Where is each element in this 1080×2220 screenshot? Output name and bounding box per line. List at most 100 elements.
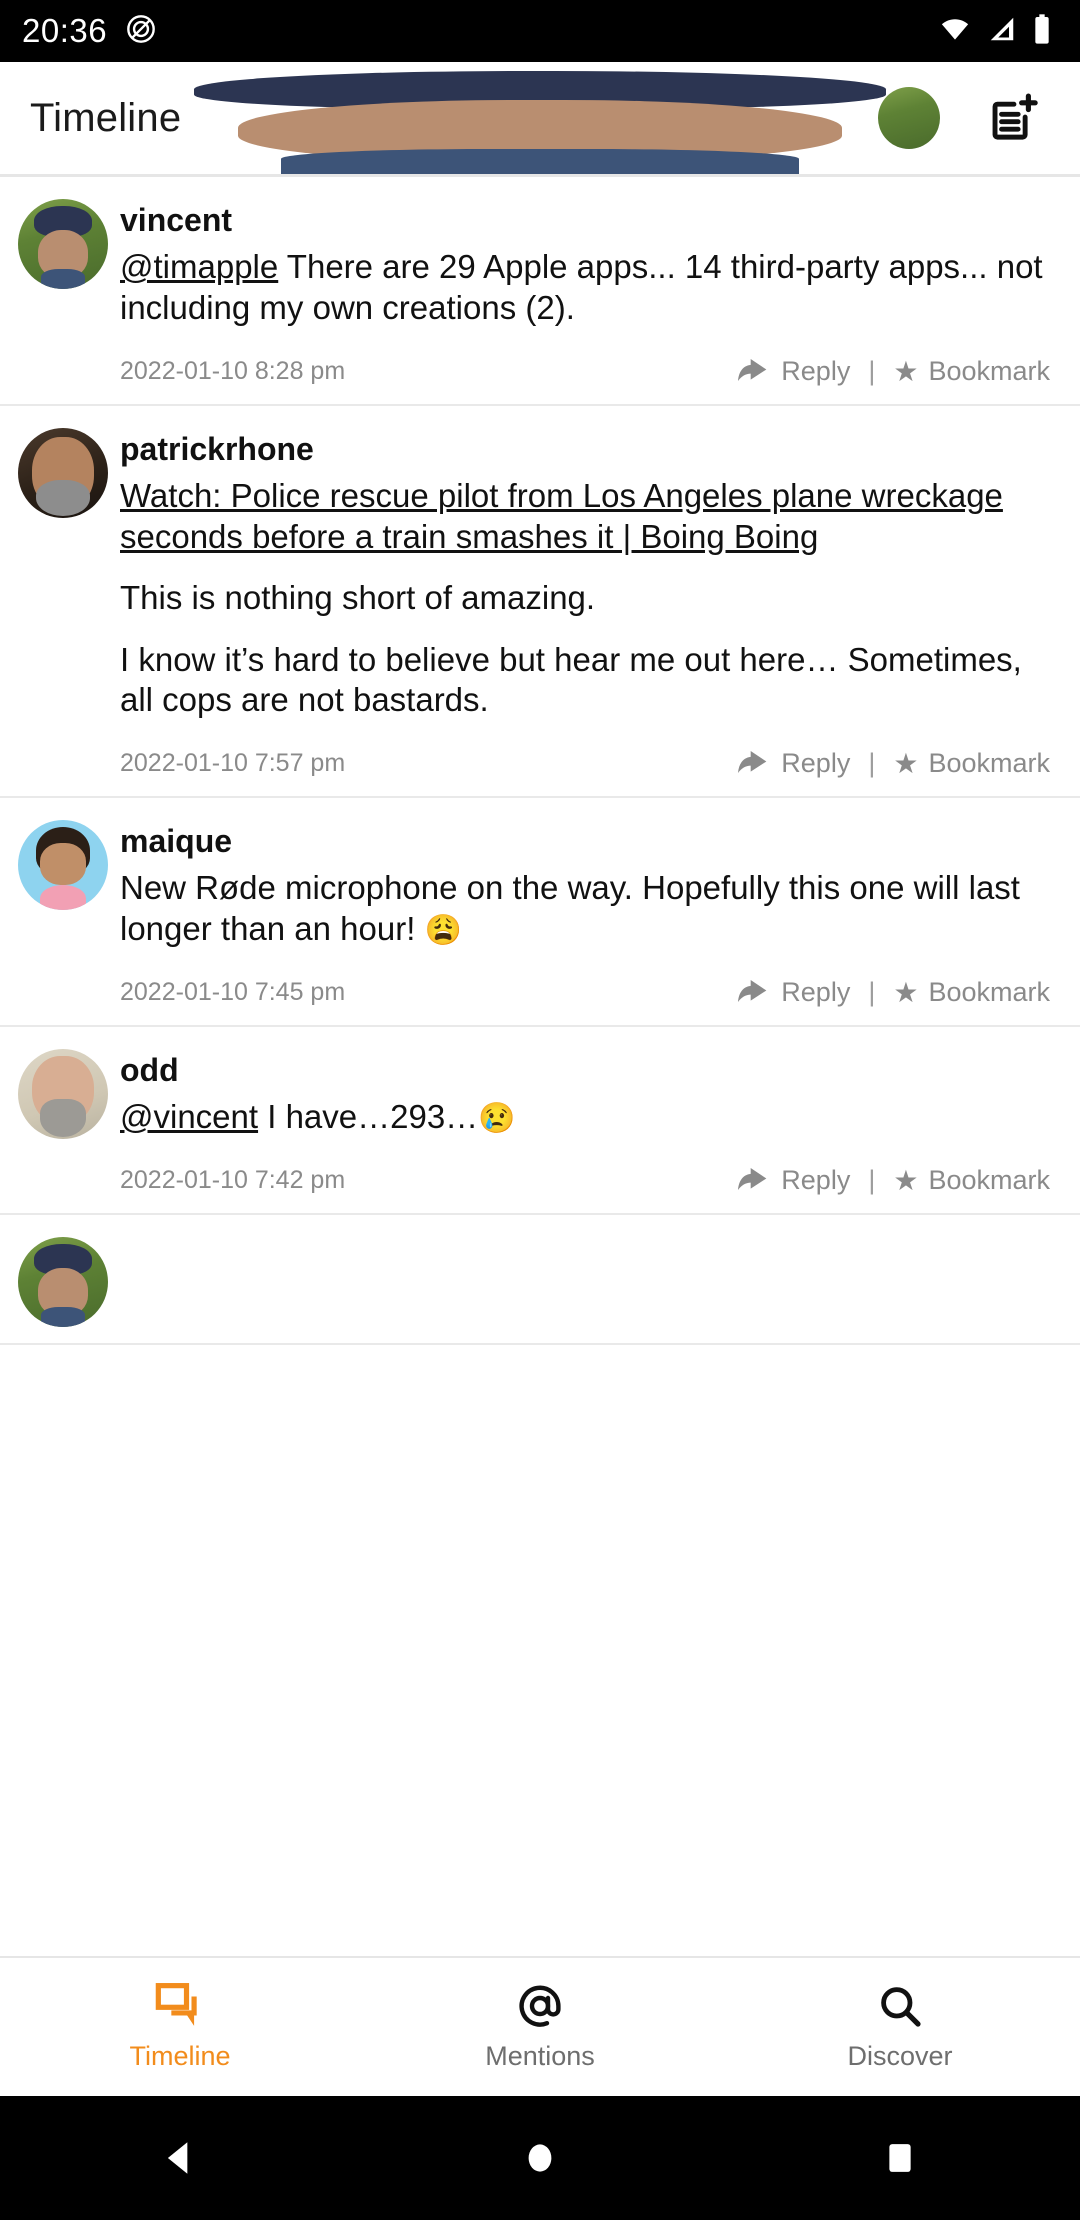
action-separator: |	[868, 976, 876, 1007]
post-text-body: New Røde microphone on the way. Hopefull…	[120, 869, 1020, 947]
mention-link[interactable]: @vincent	[120, 1098, 258, 1135]
post-author[interactable]: maique	[120, 822, 1050, 860]
at-sign-icon	[514, 1982, 566, 2035]
tab-timeline[interactable]: Timeline	[0, 1982, 360, 2072]
post-paragraph: I know it’s hard to believe but hear me …	[120, 640, 1022, 719]
post-actions: Reply | ★ Bookmark	[736, 976, 1050, 1009]
star-icon: ★	[893, 976, 919, 1008]
app-bar: Timeline	[0, 62, 1080, 174]
bookmark-button[interactable]: ★ Bookmark	[893, 747, 1050, 780]
bottom-navigation: Timeline Mentions Discover	[0, 1956, 1080, 2096]
bookmark-button[interactable]: ★ Bookmark	[893, 976, 1050, 1009]
post-timestamp: 2022-01-10 8:28 pm	[120, 356, 346, 385]
post-actions: Reply | ★ Bookmark	[736, 747, 1050, 780]
post-author[interactable]: vincent	[120, 201, 1050, 239]
post-avatar[interactable]	[18, 199, 108, 289]
post-item[interactable]: maique New Røde microphone on the way. H…	[0, 797, 1080, 1027]
reply-label: Reply	[781, 355, 851, 386]
post-item[interactable]	[0, 1214, 1080, 1345]
mention-link[interactable]: @timapple	[120, 248, 278, 285]
reply-label: Reply	[781, 1164, 851, 1195]
post-avatar[interactable]	[18, 1048, 108, 1139]
star-icon: ★	[893, 355, 919, 387]
back-triangle-icon[interactable]	[120, 2123, 240, 2193]
action-separator: |	[868, 355, 876, 386]
post-link-text: Watch: Police rescue pilot from Los Ange…	[120, 476, 1050, 557]
reply-label: Reply	[781, 747, 851, 778]
post-footer: 2022-01-10 7:42 pm Reply | ★ Bookmark	[120, 1164, 1050, 1197]
tab-discover-label: Discover	[847, 2041, 953, 2071]
post-text: @timapple There are 29 Apple apps... 14 …	[120, 247, 1050, 328]
post-actions: Reply | ★ Bookmark	[736, 1164, 1050, 1197]
post-text: New Røde microphone on the way. Hopefull…	[120, 868, 1050, 949]
bookmark-label: Bookmark	[928, 355, 1050, 386]
post-author[interactable]: patrickrhone	[120, 430, 1050, 468]
status-left-icons	[125, 13, 157, 50]
cellular-signal-icon	[986, 14, 1018, 49]
reply-button[interactable]: Reply	[736, 977, 850, 1008]
post-avatar[interactable]	[18, 427, 108, 518]
post-item[interactable]: patrickrhone Watch: Police rescue pilot …	[0, 405, 1080, 798]
reply-button[interactable]: Reply	[736, 748, 850, 779]
avatar[interactable]	[280, 87, 940, 174]
do-not-disturb-icon	[125, 13, 157, 50]
chat-bubbles-icon	[154, 1982, 206, 2035]
post-timestamp: 2022-01-10 7:42 pm	[120, 1165, 346, 1194]
post-body	[120, 1237, 1050, 1327]
compose-post-icon[interactable]	[982, 87, 1044, 149]
post-body: vincent @timapple There are 29 Apple app…	[120, 199, 1050, 388]
star-icon: ★	[893, 747, 919, 779]
post-footer: 2022-01-10 8:28 pm Reply | ★ Bookmark	[120, 355, 1050, 388]
page-title: Timeline	[30, 95, 182, 140]
bookmark-button[interactable]: ★ Bookmark	[893, 355, 1050, 388]
reply-button[interactable]: Reply	[736, 356, 850, 387]
post-text-body: I have…293…	[258, 1098, 479, 1136]
status-bar: 20:36	[0, 0, 1080, 62]
post-avatar[interactable]	[18, 819, 108, 910]
reply-arrow-icon	[736, 748, 770, 778]
crying-face-emoji: 😢	[478, 1102, 516, 1136]
post-body: maique New Røde microphone on the way. H…	[120, 820, 1050, 1009]
android-navigation-bar	[0, 2096, 1080, 2220]
post-footer: 2022-01-10 7:45 pm Reply | ★ Bookmark	[120, 976, 1050, 1009]
bookmark-label: Bookmark	[928, 747, 1050, 778]
post-body: patrickrhone Watch: Police rescue pilot …	[120, 428, 1050, 780]
post-timestamp: 2022-01-10 7:57 pm	[120, 748, 346, 777]
bookmark-label: Bookmark	[928, 1164, 1050, 1195]
status-right-icons	[938, 13, 1058, 50]
post-item[interactable]: odd @vincent I have…293…😢 2022-01-10 7:4…	[0, 1026, 1080, 1215]
article-link[interactable]: Watch: Police rescue pilot from Los Ange…	[120, 476, 1050, 557]
bookmark-label: Bookmark	[928, 976, 1050, 1007]
phone-screen: 20:36 Timeline vincent @timapple There a…	[0, 0, 1080, 2220]
tab-mentions[interactable]: Mentions	[360, 1982, 720, 2072]
weary-face-emoji: 😩	[424, 913, 462, 947]
recents-square-icon[interactable]	[840, 2123, 960, 2193]
post-author[interactable]: odd	[120, 1051, 1050, 1089]
status-clock: 20:36	[22, 12, 108, 49]
reply-button[interactable]: Reply	[736, 1165, 850, 1196]
star-icon: ★	[893, 1164, 919, 1196]
tab-timeline-label: Timeline	[129, 2041, 231, 2071]
home-circle-icon[interactable]	[480, 2123, 600, 2193]
tab-mentions-label: Mentions	[485, 2041, 595, 2071]
post-item[interactable]: vincent @timapple There are 29 Apple app…	[0, 177, 1080, 406]
action-separator: |	[868, 1164, 876, 1195]
reply-arrow-icon	[736, 977, 770, 1007]
wifi-icon	[938, 14, 972, 49]
post-body: odd @vincent I have…293…😢 2022-01-10 7:4…	[120, 1049, 1050, 1197]
action-separator: |	[868, 747, 876, 778]
reply-label: Reply	[781, 976, 851, 1007]
reply-arrow-icon	[736, 356, 770, 386]
post-paragraph: This is nothing short of amazing.	[120, 579, 596, 617]
search-icon	[874, 1982, 926, 2035]
post-actions: Reply | ★ Bookmark	[736, 355, 1050, 388]
post-footer: 2022-01-10 7:57 pm Reply | ★ Bookmark	[120, 747, 1050, 780]
reply-arrow-icon	[736, 1165, 770, 1195]
post-text: @vincent I have…293…😢	[120, 1097, 1050, 1138]
post-timestamp: 2022-01-10 7:45 pm	[120, 977, 346, 1006]
post-avatar[interactable]	[18, 1236, 108, 1327]
tab-discover[interactable]: Discover	[720, 1982, 1080, 2072]
battery-icon	[1032, 13, 1052, 50]
bookmark-button[interactable]: ★ Bookmark	[893, 1164, 1050, 1197]
timeline-list[interactable]: vincent @timapple There are 29 Apple app…	[0, 177, 1080, 1956]
